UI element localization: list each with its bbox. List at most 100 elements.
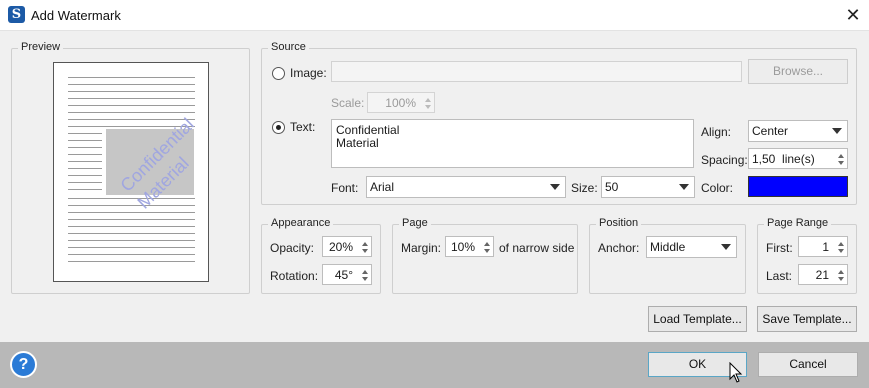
rotation-down-icon[interactable]: [362, 277, 368, 281]
last-label: Last:: [766, 269, 793, 283]
chevron-down-icon: [679, 184, 689, 190]
window-title: Add Watermark: [31, 8, 121, 23]
preview-page: Confidential Material: [53, 62, 209, 282]
size-dropdown[interactable]: 50: [601, 176, 695, 198]
opacity-up-icon[interactable]: [362, 242, 368, 246]
preview-text-line: [68, 154, 102, 155]
preview-text-line: [68, 98, 195, 99]
align-dropdown[interactable]: Center: [748, 120, 848, 142]
first-page-value: 1: [822, 240, 829, 254]
chevron-down-icon: [721, 244, 731, 250]
image-label: Image:: [290, 66, 327, 80]
preview-text-line: [68, 182, 102, 183]
preview-text-line: [68, 105, 195, 106]
size-label: Size:: [571, 181, 598, 195]
font-label: Font:: [331, 181, 359, 195]
scale-down-icon[interactable]: [425, 105, 431, 109]
preview-text-line: [68, 119, 195, 120]
first-page-stepper[interactable]: 1: [798, 236, 848, 257]
opacity-stepper[interactable]: 20%: [322, 236, 372, 257]
page-range-legend: Page Range: [764, 217, 832, 229]
preview-text-line: [68, 247, 195, 248]
opacity-down-icon[interactable]: [362, 249, 368, 253]
position-legend: Position: [596, 217, 642, 229]
rotation-up-icon[interactable]: [362, 270, 368, 274]
opacity-label: Opacity:: [270, 241, 315, 255]
margin-down-icon[interactable]: [484, 249, 490, 253]
title-bar: [0, 0, 869, 31]
image-path-field[interactable]: [331, 61, 742, 82]
preview-text-line: [68, 198, 195, 199]
text-label: Text:: [290, 120, 316, 134]
scale-stepper[interactable]: 100%: [367, 92, 435, 113]
appearance-legend: Appearance: [268, 217, 334, 229]
preview-text-line: [68, 240, 195, 241]
preview-text-line: [68, 226, 195, 227]
preview-text-line: [68, 219, 195, 220]
preview-text-line: [68, 254, 195, 255]
chevron-down-icon: [832, 128, 842, 134]
save-template-button[interactable]: Save Template...: [757, 306, 857, 332]
text-radio[interactable]: [272, 121, 285, 134]
first-up-icon[interactable]: [838, 242, 844, 246]
preview-text-line: [68, 133, 102, 134]
preview-text-line: [68, 205, 195, 206]
anchor-value: Middle: [650, 240, 686, 254]
app-icon: S: [8, 6, 25, 23]
anchor-dropdown[interactable]: Middle: [646, 236, 737, 258]
margin-stepper[interactable]: 10%: [445, 236, 494, 257]
color-swatch[interactable]: [748, 176, 848, 197]
last-down-icon[interactable]: [838, 277, 844, 281]
last-up-icon[interactable]: [838, 270, 844, 274]
preview-text-line: [68, 261, 195, 262]
first-label: First:: [766, 241, 793, 255]
source-legend: Source: [268, 41, 309, 53]
image-radio[interactable]: [272, 67, 285, 80]
spacing-stepper[interactable]: 1,50 line(s): [748, 148, 848, 169]
scale-label: Scale:: [331, 96, 365, 110]
page-legend: Page: [399, 217, 431, 229]
spacing-label: Spacing:: [701, 153, 748, 167]
spacing-value: 1,50 line(s): [752, 152, 815, 166]
margin-label: Margin:: [401, 241, 442, 255]
spacing-up-icon[interactable]: [838, 154, 844, 158]
preview-legend: Preview: [18, 41, 64, 53]
preview-text-line: [68, 112, 195, 113]
help-icon[interactable]: ?: [10, 351, 37, 378]
font-value: Arial: [370, 180, 395, 194]
margin-suffix: of narrow side: [499, 241, 575, 255]
preview-text-line: [68, 91, 195, 92]
scale-up-icon[interactable]: [425, 98, 431, 102]
last-page-stepper[interactable]: 21: [798, 264, 848, 285]
position-group: [589, 224, 746, 294]
align-value: Center: [752, 124, 789, 138]
last-page-value: 21: [815, 268, 829, 282]
watermark-text-area[interactable]: Confidential Material: [331, 119, 694, 168]
close-icon[interactable]: ✕: [844, 5, 862, 25]
preview-text-line: [68, 147, 102, 148]
margin-up-icon[interactable]: [484, 242, 490, 246]
preview-text-line: [68, 161, 102, 162]
cancel-button[interactable]: Cancel: [758, 352, 858, 377]
font-dropdown[interactable]: Arial: [366, 176, 566, 198]
opacity-value: 20%: [328, 240, 353, 254]
preview-text-line: [68, 233, 195, 234]
load-template-button[interactable]: Load Template...: [648, 306, 747, 332]
size-value: 50: [605, 180, 619, 194]
preview-text-line: [68, 84, 195, 85]
align-label: Align:: [701, 125, 732, 139]
preview-text-line: [68, 77, 195, 78]
mouse-cursor-icon: [729, 362, 743, 383]
preview-text-line: [68, 175, 102, 176]
rotation-label: Rotation:: [270, 269, 319, 283]
scale-value: 100%: [385, 96, 416, 110]
rotation-stepper[interactable]: 45°: [322, 264, 372, 285]
margin-value: 10%: [450, 240, 475, 254]
preview-text-line: [68, 168, 102, 169]
first-down-icon[interactable]: [838, 249, 844, 253]
spacing-down-icon[interactable]: [838, 161, 844, 165]
color-label: Color:: [701, 181, 734, 195]
browse-button[interactable]: Browse...: [748, 59, 848, 84]
chevron-down-icon: [550, 184, 560, 190]
anchor-label: Anchor:: [598, 241, 640, 255]
